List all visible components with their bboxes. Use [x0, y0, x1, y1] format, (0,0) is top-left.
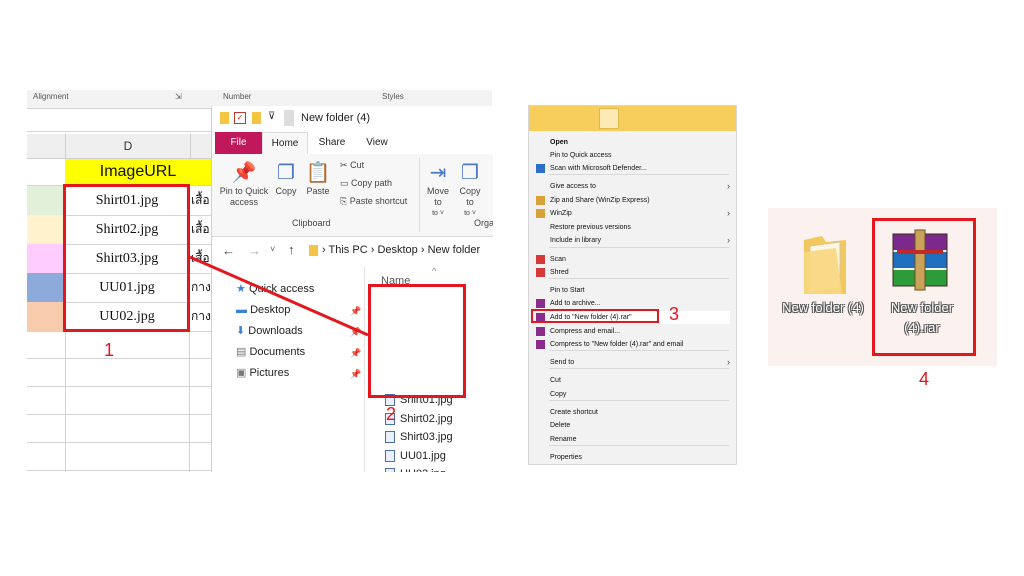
context-menu-header: [529, 106, 736, 131]
menu-item[interactable]: Open: [550, 136, 730, 149]
menu-item-label: Compress and email...: [550, 328, 621, 335]
folder-icon[interactable]: [796, 228, 854, 298]
context-menu: Open Pin to Quick access Scan with Microso…: [528, 105, 737, 465]
menu-item-label: Copy: [550, 391, 567, 398]
submenu-chevron-icon: ›: [727, 235, 730, 245]
step-label-3: 3: [669, 304, 680, 324]
menu-item-label: Pin to Start: [550, 287, 585, 294]
menu-item[interactable]: Pin to Start: [550, 284, 730, 297]
menu-item[interactable]: Give access to ›: [550, 180, 730, 193]
menu-item[interactable]: Shred: [536, 266, 730, 279]
shield-icon: [536, 164, 545, 173]
highlight-box-2: [368, 284, 466, 398]
menu-item[interactable]: Cut: [550, 374, 730, 387]
winzip-icon: [536, 209, 545, 218]
highlight-box-4: [872, 218, 976, 356]
menu-item[interactable]: Compress and email...: [536, 325, 730, 338]
submenu-chevron-icon: ›: [727, 181, 730, 191]
menu-item-label: Shred: [550, 269, 569, 276]
menu-item-label: Open: [550, 139, 568, 146]
selected-folder-icon: [599, 108, 619, 129]
menu-item-label: Send to: [550, 359, 575, 366]
menu-item[interactable]: WinZip ›: [536, 207, 730, 220]
folder-label[interactable]: New folder (4): [780, 298, 866, 318]
scan-icon: [536, 255, 545, 264]
menu-item[interactable]: Send to ›: [550, 356, 730, 369]
winrar-icon: [536, 299, 545, 308]
menu-item-label: WinZip: [550, 210, 572, 217]
menu-item-label: Rename: [550, 436, 577, 443]
menu-item[interactable]: Copy: [550, 388, 730, 401]
connector-line: [189, 255, 369, 337]
menu-item[interactable]: Delete: [550, 419, 730, 432]
menu-item[interactable]: Include in library ›: [550, 234, 730, 247]
menu-item-label: Properties: [550, 454, 582, 461]
submenu-chevron-icon: ›: [727, 208, 730, 218]
menu-item-label: Include in library: [550, 237, 601, 244]
shred-icon: [536, 268, 545, 277]
submenu-chevron-icon: ›: [727, 357, 730, 367]
menu-item[interactable]: Scan: [536, 253, 730, 266]
menu-item-label: Add to archive...: [550, 300, 601, 307]
menu-item-label: Scan with Microsoft Defender...: [550, 165, 647, 172]
winzip-icon: [536, 196, 545, 205]
step-label-2: 2: [386, 404, 397, 424]
winrar-icon: [536, 327, 545, 336]
menu-item[interactable]: Rename: [550, 433, 730, 446]
menu-item-label: Zip and Share (WinZip Express): [550, 197, 650, 204]
menu-item[interactable]: Zip and Share (WinZip Express): [536, 194, 730, 207]
menu-item-label: Compress to "New folder (4).rar" and ema…: [550, 341, 684, 348]
menu-item-label: Create shortcut: [550, 409, 598, 416]
winrar-icon: [536, 340, 545, 349]
step-label-4: 4: [919, 369, 930, 389]
menu-item-label: Give access to: [550, 183, 596, 190]
menu-item[interactable]: Properties: [550, 451, 730, 464]
menu-item[interactable]: Compress to "New folder (4).rar" and ema…: [536, 338, 730, 351]
menu-item[interactable]: Create shortcut: [550, 406, 730, 419]
menu-item-label: Delete: [550, 422, 571, 429]
menu-item-label: Scan: [550, 256, 566, 263]
highlight-box-3: [531, 309, 659, 323]
menu-separator: [549, 247, 729, 248]
menu-item-label: Pin to Quick access: [550, 152, 612, 159]
menu-item[interactable]: Restore previous versions: [550, 221, 730, 234]
menu-item-label: Restore previous versions: [550, 224, 631, 231]
menu-item[interactable]: Pin to Quick access: [550, 149, 730, 162]
menu-item[interactable]: Scan with Microsoft Defender...: [536, 162, 730, 175]
menu-item-label: Cut: [550, 377, 561, 384]
